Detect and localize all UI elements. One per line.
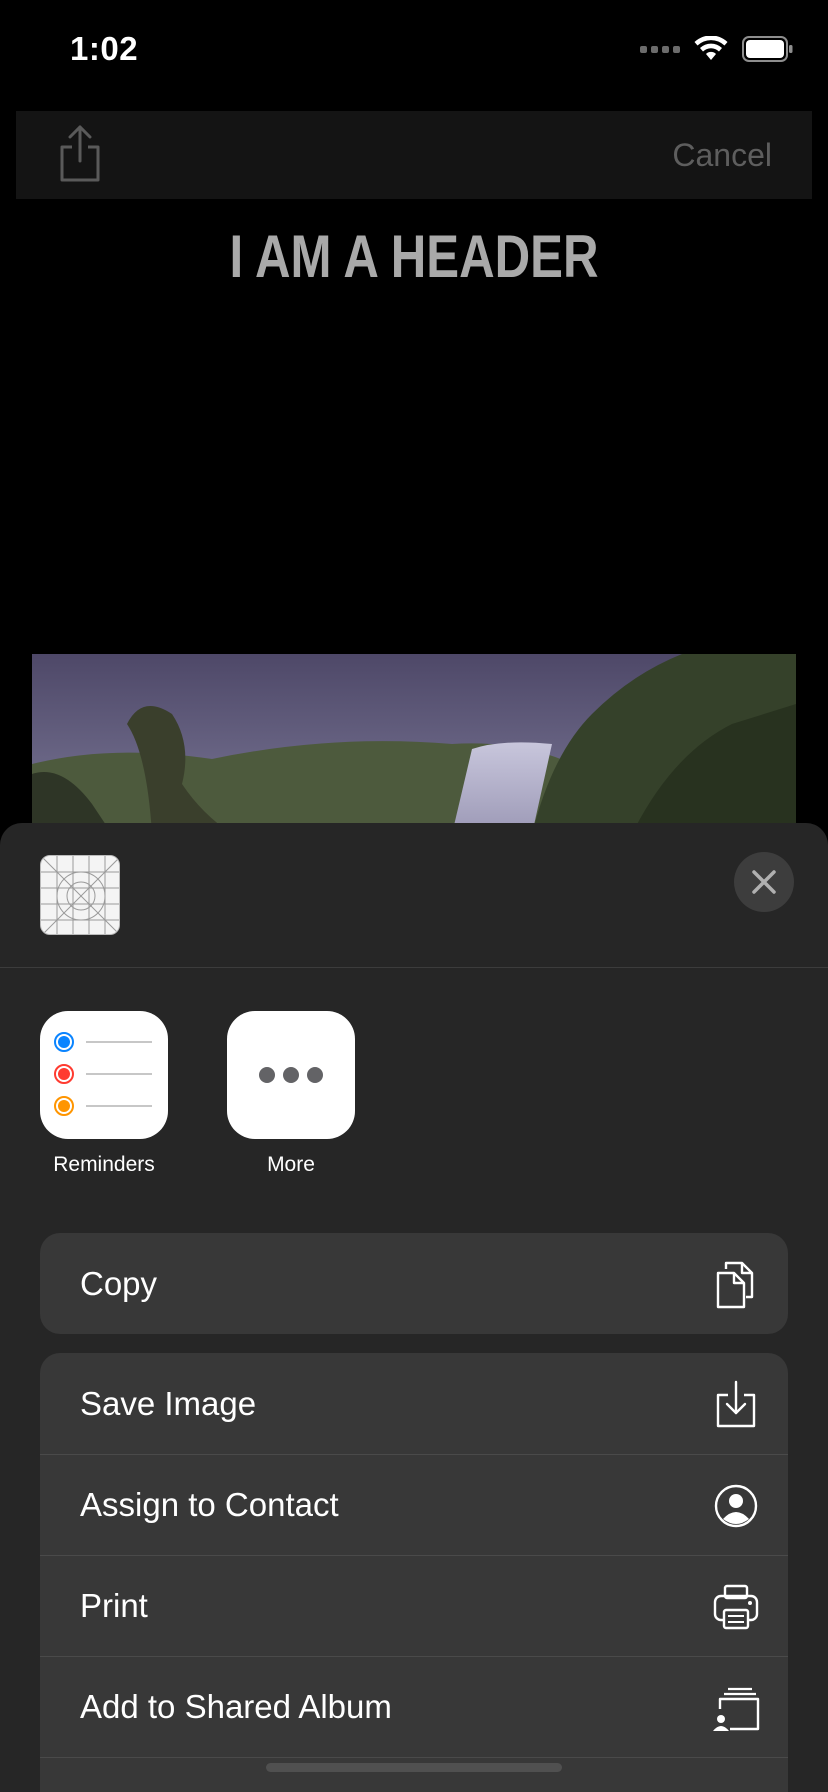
close-icon (752, 870, 776, 894)
app-placeholder-thumbnail (40, 855, 120, 935)
status-bar: 1:02 (0, 0, 828, 100)
wifi-icon (694, 36, 728, 60)
landscape-illustration (32, 654, 796, 834)
save-image-icon (716, 1380, 756, 1428)
waterfall-image (32, 654, 796, 834)
share-sheet: Reminders More Copy Save Image Assign to… (0, 823, 828, 1792)
more-icon (227, 1011, 355, 1139)
action-save-image[interactable]: Save Image (40, 1353, 788, 1454)
action-label: Save Image (80, 1384, 257, 1422)
share-app-reminders[interactable]: Reminders (40, 1011, 168, 1177)
action-print[interactable]: Print (40, 1555, 788, 1656)
share-icon[interactable] (58, 125, 102, 183)
copy-icon (716, 1261, 754, 1309)
top-bar: Cancel (16, 111, 812, 199)
actions-group-main: Save Image Assign to Contact Print Add t… (40, 1353, 788, 1792)
app-label: Reminders (53, 1153, 155, 1176)
grid-thumbnail-icon (41, 856, 119, 934)
contact-icon (714, 1484, 758, 1528)
action-copy[interactable]: Copy (40, 1233, 788, 1334)
action-label: Copy (80, 1264, 158, 1302)
shared-album-icon (713, 1687, 760, 1731)
page-title: I AM A HEADER (229, 223, 599, 290)
status-time: 1:02 (70, 30, 139, 67)
app-label: More (267, 1153, 315, 1176)
cancel-button[interactable]: Cancel (672, 137, 772, 174)
home-indicator[interactable] (266, 1763, 562, 1772)
share-sheet-header (0, 823, 828, 968)
close-button[interactable] (734, 852, 794, 912)
action-label: Add to Shared Album (80, 1688, 392, 1725)
action-label: Print (80, 1587, 148, 1624)
share-app-more[interactable]: More (227, 1011, 355, 1177)
print-icon (713, 1584, 759, 1630)
action-assign-to-contact[interactable]: Assign to Contact (40, 1454, 788, 1555)
battery-icon (742, 36, 793, 62)
action-label: Assign to Contact (80, 1486, 339, 1523)
reminders-icon (40, 1011, 168, 1139)
actions-group-copy: Copy (40, 1233, 788, 1334)
cellular-signal-icon (640, 45, 680, 53)
status-icons (640, 36, 794, 62)
action-add-to-shared-album[interactable]: Add to Shared Album (40, 1656, 788, 1757)
share-apps-row: Reminders More (0, 1011, 828, 1191)
